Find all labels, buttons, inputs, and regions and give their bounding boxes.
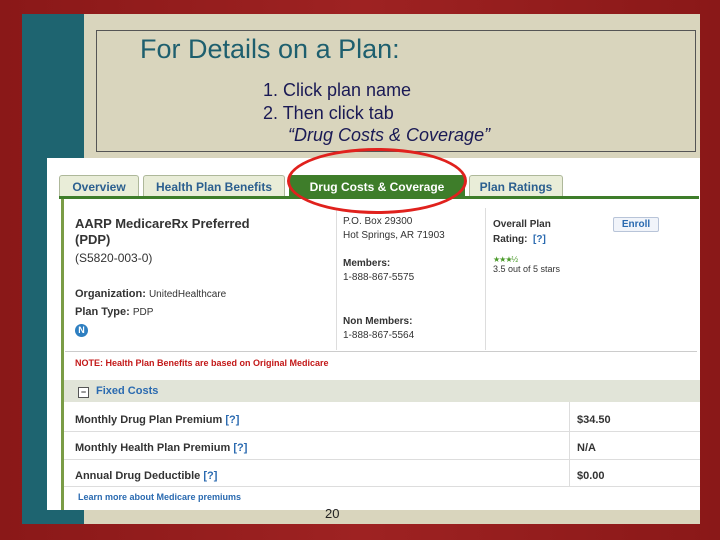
instruction-step-2: 2. Then click tab — [263, 103, 394, 123]
rating-label-line-1: Overall Plan — [493, 219, 551, 230]
enroll-button[interactable]: Enroll — [613, 217, 659, 232]
non-members-phone: 1-888-867-5564 — [343, 330, 415, 341]
fixed-costs-label[interactable]: Fixed Costs — [96, 385, 158, 397]
column-divider — [485, 208, 486, 350]
organization-value: UnitedHealthcare — [148, 289, 227, 300]
plan-type: Plan Type: PDP — [75, 306, 153, 318]
learn-more-link[interactable]: Learn more about Medicare premiums — [78, 492, 241, 502]
page-number: 20 — [325, 506, 340, 521]
cost-row-text: Monthly Health Plan Premium — [75, 442, 231, 454]
plan-name[interactable]: AARP MedicareRx Preferred (PDP) — [75, 216, 250, 248]
instruction-step-1: 1. Click plan name — [263, 80, 412, 100]
plan-name-line-2: (PDP) — [75, 232, 111, 247]
tab-health-plan-benefits[interactable]: Health Plan Benefits — [143, 175, 285, 197]
cost-row-label: Monthly Health Plan Premium [?] — [75, 442, 247, 454]
row-divider — [64, 431, 700, 432]
divider — [65, 351, 697, 352]
plan-name-line-1: AARP MedicareRx Preferred — [75, 216, 250, 231]
benefits-note: NOTE: Health Plan Benefits are based on … — [75, 358, 329, 368]
slide-title: For Details on a Plan: — [140, 34, 400, 64]
fixed-costs-header[interactable] — [64, 380, 700, 402]
rating-help-link[interactable]: [?] — [533, 234, 546, 245]
highlight-ring — [287, 148, 467, 214]
rating-text: 3.5 out of 5 stars — [493, 264, 561, 274]
cost-row-text: Annual Drug Deductible — [75, 470, 201, 482]
collapse-icon[interactable]: − — [78, 387, 89, 398]
new-plan-badge-icon: N — [75, 324, 88, 337]
row-divider — [64, 486, 700, 487]
cost-row-value: N/A — [577, 442, 596, 454]
rating-label-line-2: Rating: — [493, 234, 528, 245]
plan-type-label: Plan Type: — [75, 306, 130, 318]
members-phone: 1-888-867-5575 — [343, 272, 415, 283]
plan-type-value: PDP — [132, 307, 154, 318]
rating-stars-icon: ★★★½ — [493, 255, 518, 264]
cost-row-text: Monthly Drug Plan Premium — [75, 414, 223, 426]
organization-label: Organization: — [75, 288, 146, 300]
cost-row-help-link[interactable]: [?] — [225, 414, 239, 426]
cost-row-label: Annual Drug Deductible [?] — [75, 470, 217, 482]
cost-row-help-link[interactable]: [?] — [233, 442, 247, 454]
cost-row-value: $0.00 — [577, 470, 605, 482]
tab-overview[interactable]: Overview — [59, 175, 139, 197]
instruction-step-tab-name: “Drug Costs & Coverage” — [288, 125, 491, 145]
column-divider — [336, 208, 337, 350]
organization: Organization: UnitedHealthcare — [75, 288, 226, 300]
non-members-label: Non Members: — [343, 316, 413, 327]
tab-plan-ratings[interactable]: Plan Ratings — [469, 175, 563, 197]
cost-column-divider — [569, 402, 570, 486]
address-line-1: P.O. Box 29300 — [343, 216, 413, 227]
cost-row-label: Monthly Drug Plan Premium [?] — [75, 414, 239, 426]
address-line-2: Hot Springs, AR 71903 — [343, 230, 445, 241]
cost-row-value: $34.50 — [577, 414, 611, 426]
row-divider — [64, 459, 700, 460]
members-label: Members: — [343, 258, 391, 269]
rating-label: Rating: [?] — [493, 234, 546, 245]
plan-id: (S5820-003-0) — [75, 251, 153, 265]
cost-row-help-link[interactable]: [?] — [203, 470, 217, 482]
